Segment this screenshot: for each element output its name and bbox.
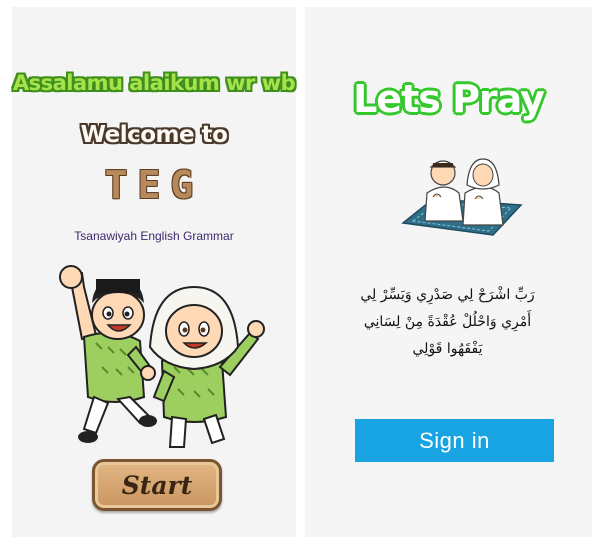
kids-praying-illustration <box>401 158 523 236</box>
prayer-text: رَبِّ اشْرَحْ لِي صَدْرِي وَيَسِّرْ لِي … <box>345 282 550 363</box>
welcome-text: Welcome to <box>80 122 228 148</box>
app-full-name: Tsanawiyah English Grammar <box>74 229 234 243</box>
welcome-screen: Assalamu alaikum wr wb Welcome to TEG Ts… <box>12 7 296 537</box>
login-screen: Lets Pray رَبِّ اشْرَحْ لِي صَدْرِي وَيَ… <box>305 7 592 537</box>
girl-praying <box>462 158 504 226</box>
start-label: Start <box>121 470 193 500</box>
boy-praying <box>424 160 464 222</box>
prayer-line: يَفْقَهُوا قَوْلِي <box>412 341 483 357</box>
start-button[interactable]: Start <box>92 459 222 511</box>
prayer-line: رَبِّ اشْرَحْ لِي صَدْرِي وَيَسِّرْ لِي <box>360 287 535 303</box>
page-title: Lets Pray <box>353 77 545 121</box>
girl-figure <box>148 285 265 448</box>
greeting-text: Assalamu alaikum wr wb <box>12 71 296 95</box>
app-logo-text: TEG <box>104 163 204 207</box>
prayer-line: أَمْرِي وَاحْلُلْ عُقْدَةً مِنْ لِسَانِي <box>363 314 532 330</box>
sign-in-label: Sign in <box>419 427 490 453</box>
kids-cheering-illustration <box>59 265 265 448</box>
boy-figure <box>59 265 157 443</box>
sign-in-button[interactable]: Sign in <box>355 419 554 462</box>
